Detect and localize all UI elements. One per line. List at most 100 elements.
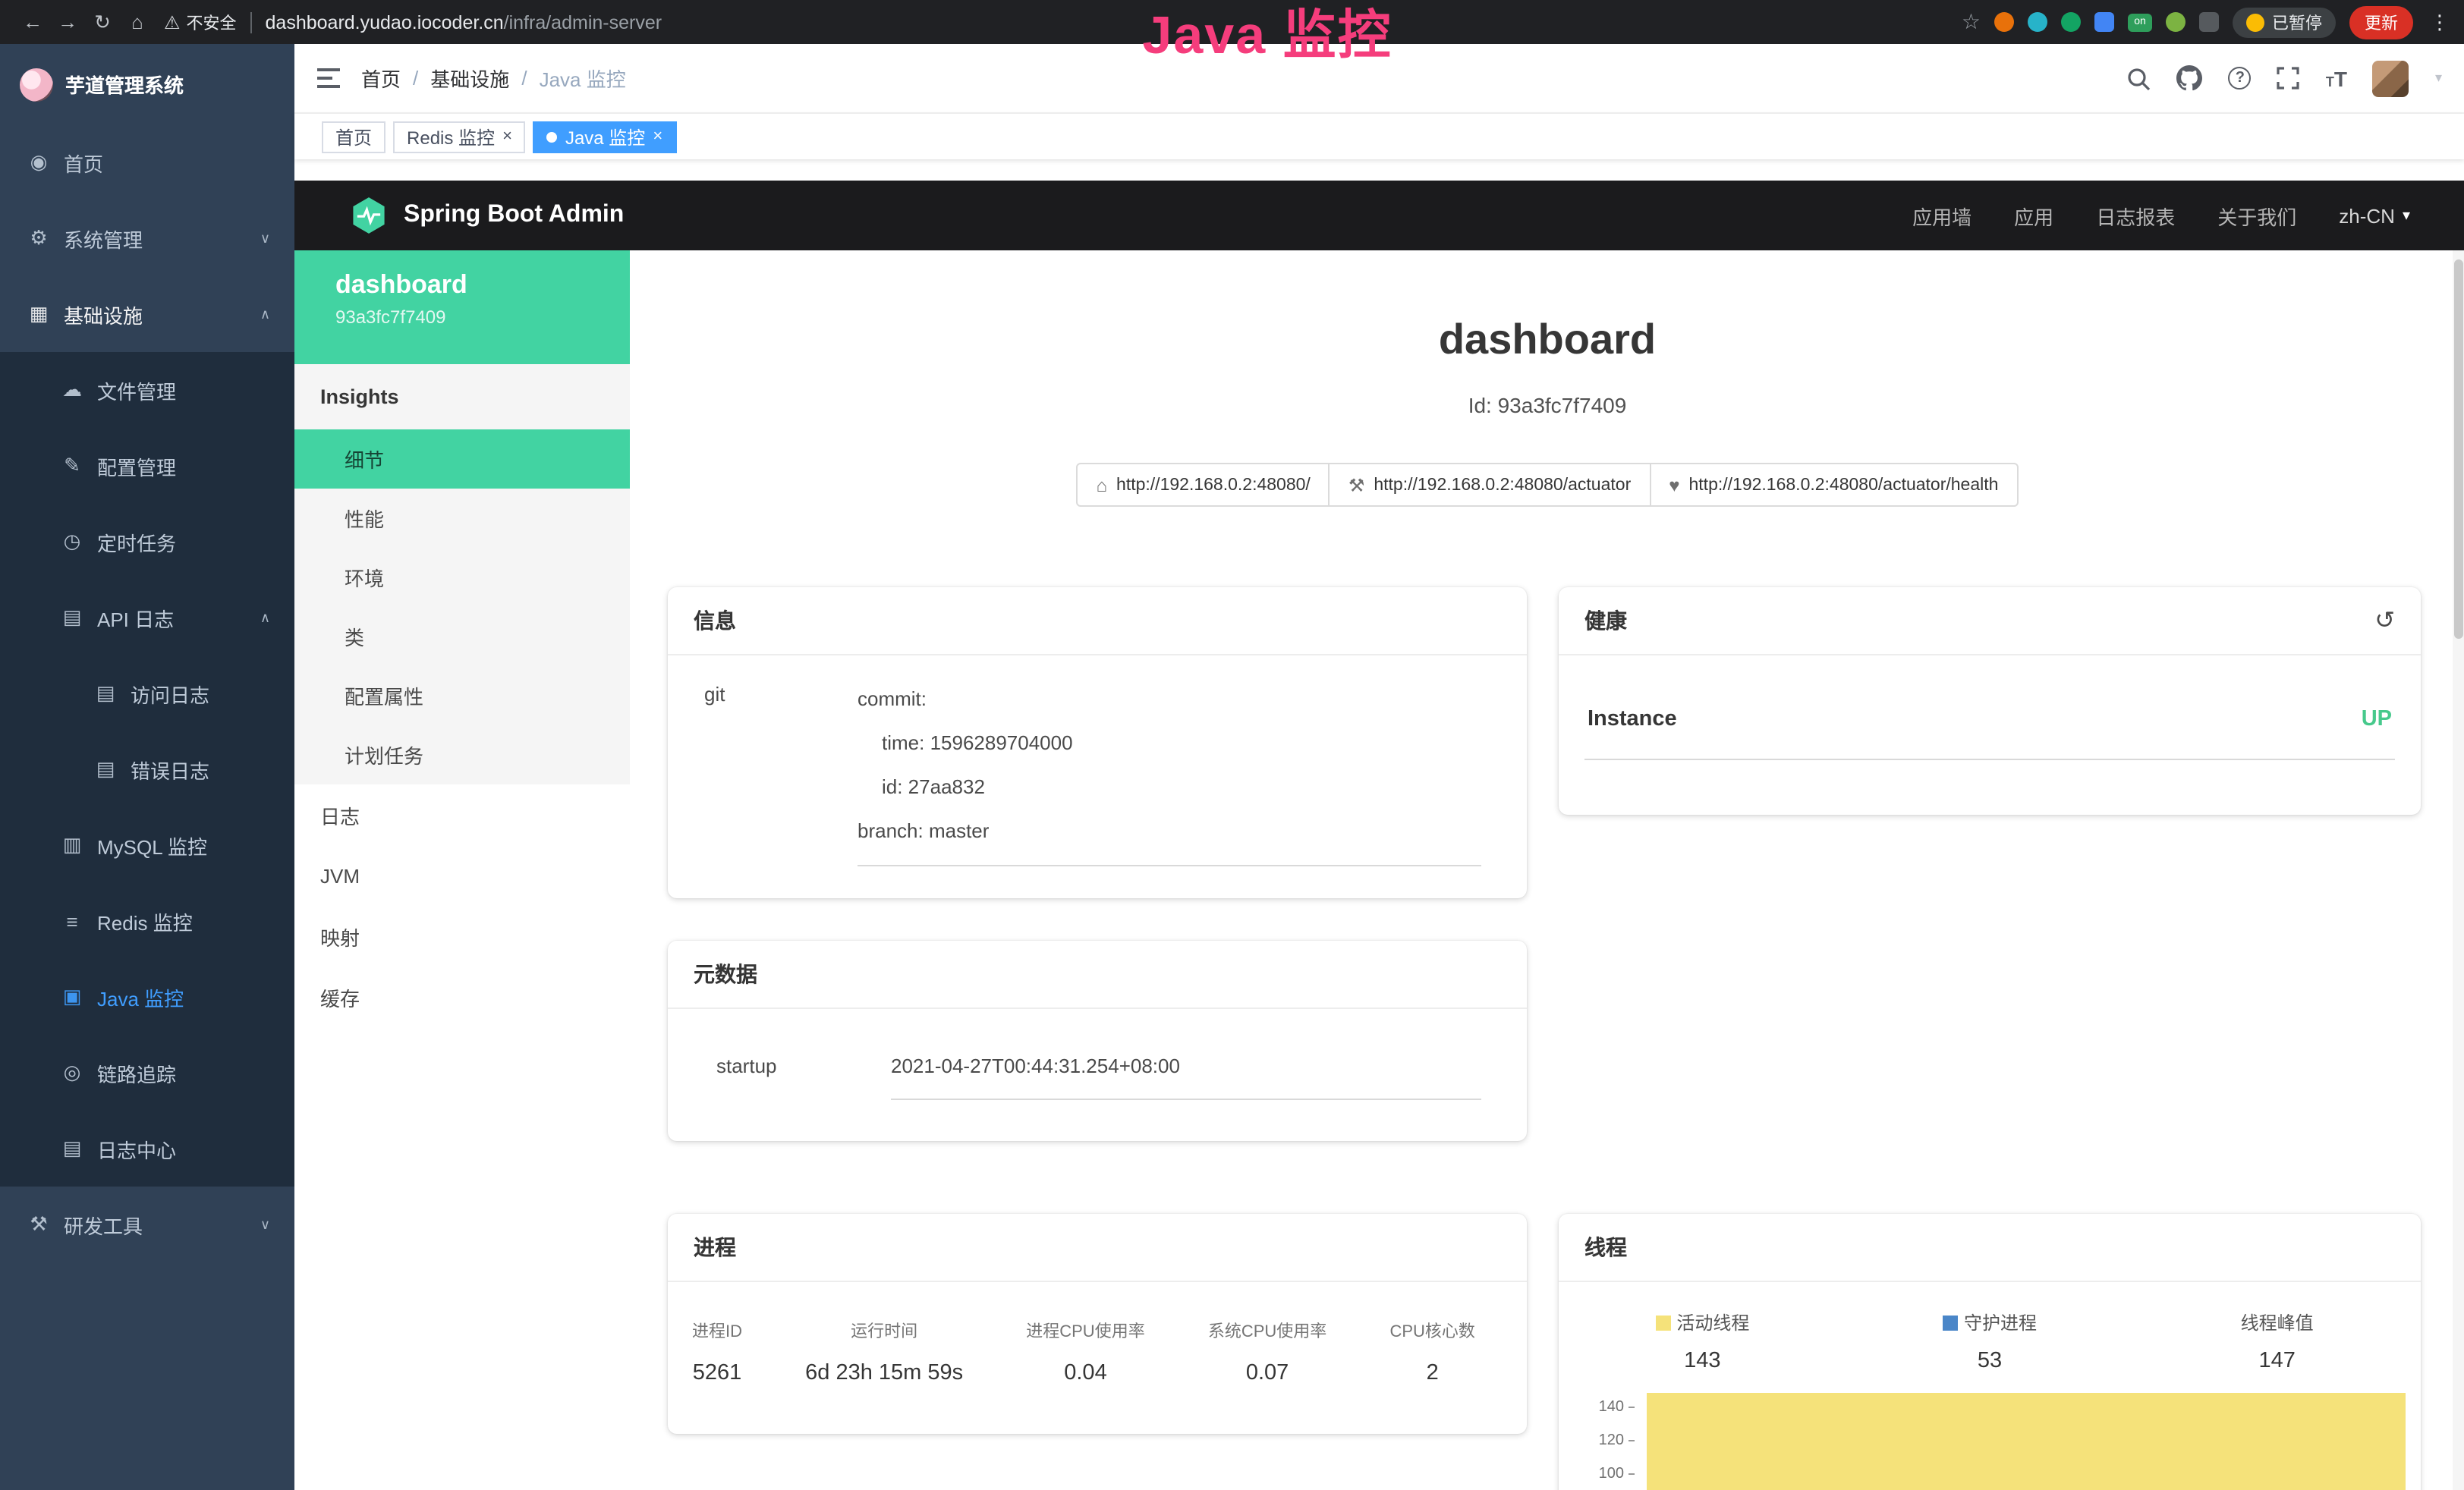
caret-down-icon[interactable]: ▾ [2435, 70, 2442, 86]
home-icon[interactable]: ⌂ [120, 11, 155, 33]
sidebar-item-java[interactable]: ▣ Java 监控 [0, 959, 294, 1035]
sba-menu-mappings[interactable]: 映射 [294, 906, 630, 967]
actuator-url-button[interactable]: ⚒ http://192.168.0.2:48080/actuator [1329, 463, 1651, 507]
sba-menu-classes[interactable]: 类 [294, 607, 630, 666]
y-axis-tick: 120 [1583, 1431, 1635, 1449]
layers-icon: ≡ [61, 910, 83, 932]
document-icon: ▤ [94, 757, 117, 781]
sidebar-item-home[interactable]: ◉ 首页 [0, 124, 294, 200]
sidebar-item-api-log[interactable]: ▤ API 日志 ∧ [0, 580, 294, 655]
bookmark-star-icon[interactable]: ☆ [1962, 9, 1981, 35]
instance-block[interactable]: dashboard 93a3fc7f7409 [294, 250, 630, 364]
back-icon[interactable]: ← [15, 11, 50, 33]
extension-leaf-icon[interactable] [2166, 12, 2186, 32]
chevron-down-icon: ∨ [260, 230, 270, 247]
font-size-icon[interactable]: TT [2326, 66, 2347, 90]
paused-badge[interactable]: 已暂停 [2233, 7, 2336, 37]
help-icon[interactable]: ? [2229, 67, 2252, 90]
instance-url-button[interactable]: ⌂ http://192.168.0.2:48080/ [1077, 463, 1330, 507]
breadcrumb-infrastructure[interactable]: 基础设施 [430, 64, 509, 93]
health-instance-label: Instance [1588, 707, 1677, 731]
sidebar-item-mysql[interactable]: ▥ MySQL 监控 [0, 807, 294, 883]
scrollbar[interactable] [2453, 250, 2464, 1490]
address-bar[interactable]: dashboard.yudao.iocoder.cn/infra/admin-s… [266, 11, 1946, 33]
sba-nav-applications[interactable]: 应用 [2014, 201, 2053, 230]
sidebar-item-label: MySQL 监控 [97, 831, 207, 860]
extension-check-icon[interactable] [2061, 12, 2081, 32]
sidebar-item-infrastructure[interactable]: ▦ 基础设施 ∧ [0, 276, 294, 352]
url-path: /infra/admin-server [504, 11, 662, 33]
tab-close-icon[interactable]: × [653, 128, 662, 145]
extension-puzzle-icon[interactable] [2199, 12, 2219, 32]
sba-menu-scheduled-tasks[interactable]: 计划任务 [294, 725, 630, 784]
search-icon[interactable] [2127, 66, 2151, 90]
paused-label: 已暂停 [2272, 10, 2322, 34]
extension-drop-icon[interactable] [2028, 12, 2047, 32]
sidebar-item-jobs[interactable]: ◷ 定时任务 [0, 504, 294, 580]
kebab-menu-icon[interactable]: ⋮ [2430, 10, 2450, 34]
update-button[interactable]: 更新 [2349, 5, 2413, 39]
github-icon[interactable] [2177, 65, 2203, 91]
reload-icon[interactable]: ↻ [85, 10, 120, 34]
sba-brand[interactable]: Spring Boot Admin [404, 202, 624, 229]
user-avatar[interactable] [2373, 60, 2409, 96]
dashboard-icon: ◉ [27, 150, 50, 174]
sba-menu-details[interactable]: 细节 [294, 429, 630, 489]
extension-on-badge[interactable]: on [2128, 13, 2152, 31]
process-col-label: 进程CPU使用率 [1026, 1319, 1144, 1343]
sba-menu-environment[interactable]: 环境 [294, 548, 630, 607]
sba-nav-about[interactable]: 关于我们 [2217, 201, 2296, 230]
scrollbar-thumb[interactable] [2454, 259, 2463, 639]
process-col-value: 0.07 [1208, 1361, 1326, 1385]
tab-home[interactable]: 首页 [322, 121, 385, 152]
extension-grid-icon[interactable] [2094, 12, 2114, 32]
fullscreen-icon[interactable] [2277, 67, 2300, 90]
sba-menu-caches[interactable]: 缓存 [294, 967, 630, 1027]
legend-label: 线程峰值 [2241, 1312, 2314, 1334]
tab-close-icon[interactable]: × [502, 128, 512, 145]
sidebar-item-tracing[interactable]: ◎ 链路追踪 [0, 1035, 294, 1111]
sidebar-item-log-center[interactable]: ▤ 日志中心 [0, 1111, 294, 1187]
process-col-value: 6d 23h 15m 59s [805, 1361, 963, 1385]
sidebar-item-error-log[interactable]: ▤ 错误日志 [0, 731, 294, 807]
sidebar-item-label: 文件管理 [97, 376, 176, 404]
locale-select[interactable]: zh-CN ▾ [2339, 204, 2410, 227]
sba-menu-logs[interactable]: 日志 [294, 784, 630, 845]
info-value: commit: time: 1596289704000 id: 27aa832 … [858, 677, 1481, 866]
breadcrumb-current: Java 监控 [540, 64, 626, 93]
sidebar-item-label: 日志中心 [97, 1134, 176, 1163]
sidebar-item-system[interactable]: ⚙ 系统管理 ∨ [0, 200, 294, 276]
legend-label: 活动线程 [1676, 1312, 1749, 1334]
sba-menu-jvm[interactable]: JVM [294, 845, 630, 906]
process-col-value: 2 [1389, 1361, 1474, 1385]
sidebar-item-label: 配置管理 [97, 451, 176, 480]
instance-id: 93a3fc7f7409 [335, 306, 630, 328]
instance-id-line: Id: 93a3fc7f7409 [630, 393, 2464, 417]
legend-item: 线程峰值 147 [2133, 1309, 2421, 1373]
sidebar-item-files[interactable]: ☁ 文件管理 [0, 352, 294, 428]
app-logo[interactable]: 芋道管理系统 [0, 44, 294, 124]
sba-nav-wall[interactable]: 应用墙 [1912, 201, 1972, 230]
health-url-button[interactable]: ♥ http://192.168.0.2:48080/actuator/heal… [1649, 463, 2018, 507]
extension-fox-icon[interactable] [1994, 12, 2014, 32]
sidebar-item-label: 定时任务 [97, 527, 176, 556]
sidebar-item-config[interactable]: ✎ 配置管理 [0, 428, 294, 504]
sba-menu-performance[interactable]: 性能 [294, 489, 630, 548]
site-security[interactable]: ⚠ 不安全 [164, 10, 237, 34]
document-icon: ▤ [61, 1136, 83, 1161]
metadata-key: startup [716, 1055, 891, 1100]
caret-down-icon: ▾ [2403, 207, 2410, 224]
breadcrumb-home[interactable]: 首页 [361, 64, 401, 93]
tab-redis-monitor[interactable]: Redis 监控 × [393, 121, 526, 152]
sidebar-item-dev-tools[interactable]: ⚒ 研发工具 ∨ [0, 1187, 294, 1262]
fold-sidebar-icon[interactable] [317, 68, 340, 88]
sidebar-item-access-log[interactable]: ▤ 访问日志 [0, 655, 294, 731]
info-line: branch: master [858, 809, 1481, 853]
sba-menu-config-props[interactable]: 配置属性 [294, 666, 630, 725]
forward-icon[interactable]: → [50, 11, 85, 33]
sidebar-item-redis[interactable]: ≡ Redis 监控 [0, 883, 294, 959]
tab-java-monitor[interactable]: Java 监控 × [533, 121, 676, 152]
chevron-up-icon: ∧ [260, 609, 270, 626]
history-icon[interactable]: ↺ [2374, 605, 2395, 636]
sba-nav-journal[interactable]: 日志报表 [2096, 201, 2175, 230]
